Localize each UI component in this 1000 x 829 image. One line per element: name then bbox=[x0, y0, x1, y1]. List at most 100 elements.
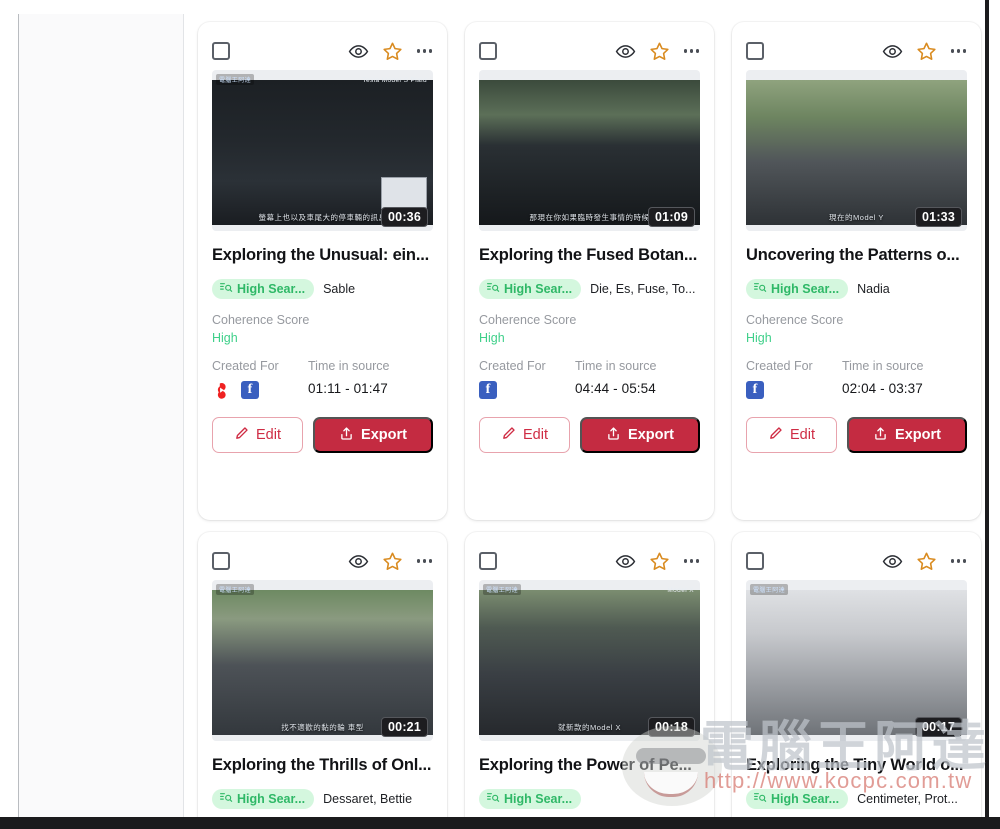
star-icon[interactable] bbox=[382, 551, 403, 572]
star-icon[interactable] bbox=[649, 551, 670, 572]
video-card[interactable]: 電腦王阿達 找不適歡的黏的輪 車型 00:21 Exploring the Thril… bbox=[198, 532, 447, 829]
card-badge-row: High Sear... Sable bbox=[212, 278, 433, 299]
video-thumbnail[interactable]: 電腦王阿達 Model X 就新款的Model X 00:18 bbox=[479, 580, 700, 741]
card-badge-row: High Sear... Dessaret, Bettie bbox=[212, 788, 433, 809]
panel-divider bbox=[183, 14, 184, 817]
more-options-icon[interactable] bbox=[416, 555, 434, 567]
frame-right-gutter bbox=[989, 0, 1000, 829]
card-button-row: Edit Export bbox=[746, 417, 967, 453]
created-for-column: Created For f bbox=[746, 359, 842, 400]
created-for-label: Created For bbox=[212, 359, 279, 373]
high-search-icon bbox=[486, 281, 500, 297]
duration-badge: 00:36 bbox=[381, 207, 428, 227]
edit-button-label: Edit bbox=[256, 427, 281, 443]
export-button[interactable]: Export bbox=[580, 417, 700, 453]
high-search-badge: High Sear... bbox=[746, 278, 849, 299]
more-options-icon[interactable] bbox=[683, 45, 701, 57]
video-thumbnail[interactable]: 電腦王阿達 00:17 bbox=[746, 580, 967, 741]
video-thumbnail[interactable]: 那現在你如果臨時發生事情的時候 01:09 bbox=[479, 70, 700, 231]
star-icon[interactable] bbox=[916, 551, 937, 572]
high-search-badge: High Sear... bbox=[212, 788, 315, 809]
facebook-icon[interactable]: f bbox=[241, 381, 259, 399]
thumbnail-channel-tag: 電腦王阿達 bbox=[750, 584, 789, 595]
youtube-shorts-icon[interactable] bbox=[212, 381, 230, 399]
video-card[interactable]: 電腦王阿達 00:17 Exploring the Tiny World o... H… bbox=[732, 532, 981, 829]
created-for-column: Created For f bbox=[212, 359, 308, 400]
time-in-source-column: Time in source 04:44 - 05:54 bbox=[575, 359, 700, 400]
duration-badge: 01:33 bbox=[915, 207, 962, 227]
more-options-icon[interactable] bbox=[416, 45, 434, 57]
high-search-badge: High Sear... bbox=[746, 788, 849, 809]
eye-icon[interactable] bbox=[882, 41, 903, 62]
app-root: 電腦王阿達 Tesla Model S Plaid 螢幕上也以及車尾大的停車輛的訊息… bbox=[0, 0, 1000, 829]
card-action-group bbox=[615, 41, 701, 62]
star-icon[interactable] bbox=[916, 41, 937, 62]
facebook-icon[interactable]: f bbox=[746, 381, 764, 399]
more-options-icon[interactable] bbox=[950, 45, 968, 57]
video-card-grid: 電腦王阿達 Tesla Model S Plaid 螢幕上也以及車尾大的停車輛的訊息… bbox=[190, 14, 985, 829]
platform-icon-row: f bbox=[479, 380, 575, 400]
export-button-label: Export bbox=[361, 427, 407, 443]
export-button[interactable]: Export bbox=[313, 417, 433, 453]
card-badge-row: High Sear... bbox=[479, 788, 700, 809]
card-title: Exploring the Thrills of Onl... bbox=[212, 756, 432, 774]
select-checkbox[interactable] bbox=[479, 42, 497, 60]
export-button[interactable]: Export bbox=[847, 417, 967, 453]
high-search-icon bbox=[753, 791, 767, 807]
coherence-score-value: High bbox=[212, 331, 238, 345]
edit-button[interactable]: Edit bbox=[479, 417, 570, 453]
edit-button[interactable]: Edit bbox=[212, 417, 303, 453]
time-in-source-column: Time in source 01:11 - 01:47 bbox=[308, 359, 433, 400]
card-tags: Centimeter, Prot... bbox=[857, 791, 958, 806]
time-in-source-label: Time in source bbox=[575, 359, 657, 373]
time-in-source-value: 01:11 - 01:47 bbox=[308, 381, 388, 396]
eye-icon[interactable] bbox=[615, 41, 636, 62]
thumbnail-image bbox=[746, 80, 967, 225]
star-icon[interactable] bbox=[382, 41, 403, 62]
more-options-icon[interactable] bbox=[683, 555, 701, 567]
frame-bottom-border bbox=[0, 817, 1000, 829]
card-title: Exploring the Tiny World o... bbox=[746, 756, 964, 774]
video-card[interactable]: 現在的Model Y 01:33 Uncovering the Patterns o… bbox=[732, 22, 981, 520]
video-thumbnail[interactable]: 電腦王阿達 Tesla Model S Plaid 螢幕上也以及車尾大的停車輛的訊息… bbox=[212, 70, 433, 231]
eye-icon[interactable] bbox=[348, 551, 369, 572]
duration-badge: 01:09 bbox=[648, 207, 695, 227]
more-options-icon[interactable] bbox=[950, 555, 968, 567]
high-search-label: High Sear... bbox=[237, 791, 306, 806]
card-title: Uncovering the Patterns o... bbox=[746, 246, 960, 264]
thumbnail-corner-text: Model X bbox=[667, 587, 694, 594]
eye-icon[interactable] bbox=[882, 551, 903, 572]
card-button-row: Edit Export bbox=[479, 417, 700, 453]
time-in-source-label: Time in source bbox=[308, 359, 390, 373]
high-search-badge: High Sear... bbox=[479, 788, 582, 809]
star-icon[interactable] bbox=[649, 41, 670, 62]
eye-icon[interactable] bbox=[348, 41, 369, 62]
select-checkbox[interactable] bbox=[746, 552, 764, 570]
platform-icon-row: f bbox=[212, 380, 308, 400]
video-card[interactable]: 電腦王阿達 Tesla Model S Plaid 螢幕上也以及車尾大的停車輛的訊息… bbox=[198, 22, 447, 520]
facebook-icon[interactable]: f bbox=[479, 381, 497, 399]
video-thumbnail[interactable]: 電腦王阿達 找不適歡的黏的輪 車型 00:21 bbox=[212, 580, 433, 741]
high-search-icon bbox=[219, 281, 233, 297]
share-upload-icon bbox=[873, 426, 888, 445]
card-toolbar bbox=[746, 32, 967, 70]
thumbnail-corner-text: Tesla Model S Plaid bbox=[362, 77, 427, 84]
video-card[interactable]: 電腦王阿達 Model X 就新款的Model X 00:18 Exploring th… bbox=[465, 532, 714, 829]
video-thumbnail[interactable]: 現在的Model Y 01:33 bbox=[746, 70, 967, 231]
created-for-label: Created For bbox=[479, 359, 546, 373]
select-checkbox[interactable] bbox=[212, 42, 230, 60]
eye-icon[interactable] bbox=[615, 551, 636, 572]
select-checkbox[interactable] bbox=[479, 552, 497, 570]
thumbnail-channel-tag: 電腦王阿達 bbox=[483, 584, 522, 595]
select-checkbox[interactable] bbox=[746, 42, 764, 60]
export-button-label: Export bbox=[895, 427, 941, 443]
card-badge-row: High Sear... Nadia bbox=[746, 278, 967, 299]
select-checkbox[interactable] bbox=[212, 552, 230, 570]
share-upload-icon bbox=[606, 426, 621, 445]
edit-button[interactable]: Edit bbox=[746, 417, 837, 453]
pencil-icon bbox=[501, 426, 516, 445]
video-card[interactable]: 那現在你如果臨時發生事情的時候 01:09 Exploring the Fused … bbox=[465, 22, 714, 520]
coherence-score-value: High bbox=[479, 331, 505, 345]
thumbnail-channel-tag: 電腦王阿達 bbox=[216, 584, 255, 595]
platform-icon-row: f bbox=[746, 380, 842, 400]
